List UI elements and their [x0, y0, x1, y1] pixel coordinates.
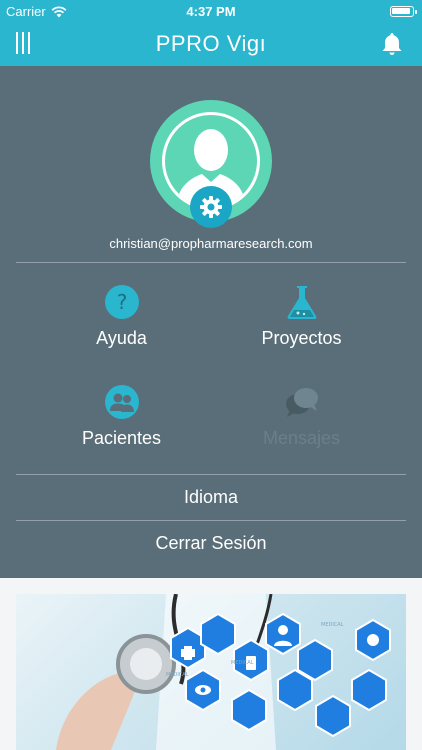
logout-item[interactable]: Cerrar Sesión	[0, 521, 422, 565]
app-title: PPRO Vigı	[155, 31, 267, 56]
banner-medical-label: MEDICAL	[166, 672, 189, 678]
settings-button[interactable]	[190, 186, 232, 228]
user-email: christian@propharmaresearch.com	[109, 236, 313, 251]
menu-item-label: Mensajes	[262, 428, 341, 448]
medical-banner: MEDICAL MEDICAL MEDICAL	[16, 594, 406, 750]
gear-icon	[200, 196, 222, 218]
patients-icon	[105, 385, 139, 419]
question-icon: ?	[105, 285, 139, 319]
chat-bubbles-icon	[286, 388, 318, 417]
menu-item-mensajes[interactable]: Mensajes	[196, 384, 407, 464]
flask-icon	[287, 286, 317, 319]
menu-item-proyectos[interactable]: Proyectos	[196, 284, 407, 364]
banner-illustration: MEDICAL MEDICAL MEDICAL	[56, 594, 391, 750]
menu-item-label: Proyectos	[261, 328, 342, 348]
clock: 4:37 PM	[186, 4, 236, 19]
bell-icon[interactable]	[380, 31, 404, 57]
status-bar: Carrier 4:37 PM	[0, 0, 422, 24]
banner-medical-label: MEDICAL	[321, 622, 344, 628]
profile-panel: christian@propharmaresearch.com ? Ayuda …	[0, 66, 422, 578]
nav-bar: PPRO Vigı	[0, 24, 422, 66]
divider	[16, 262, 406, 263]
banner-medical-label: MEDICAL	[231, 660, 254, 666]
language-item[interactable]: Idioma	[0, 475, 422, 519]
svg-text:?: ?	[117, 290, 128, 314]
battery-icon	[390, 6, 417, 17]
